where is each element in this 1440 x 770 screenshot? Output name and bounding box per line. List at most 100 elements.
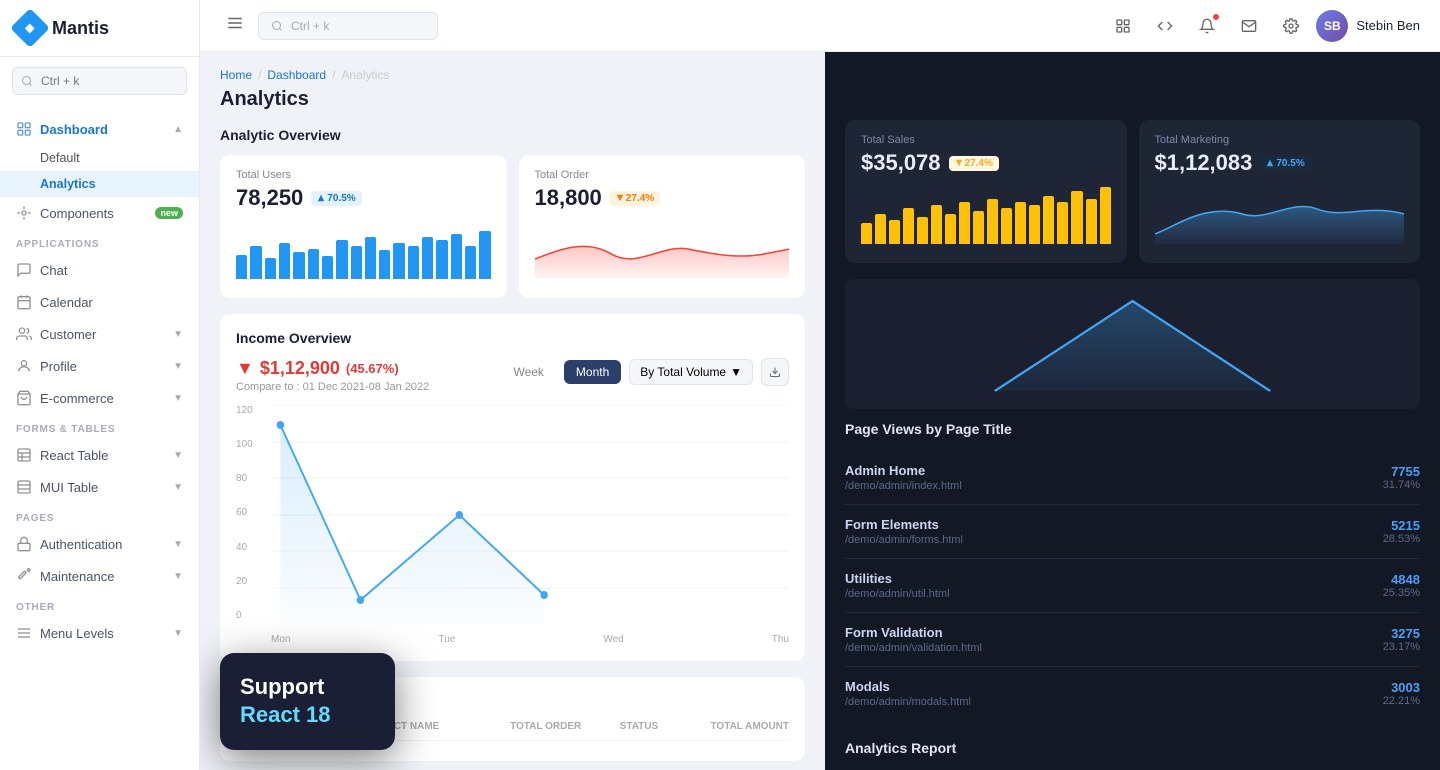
dark-income-chart-svg	[857, 291, 1408, 401]
topbar-left: Ctrl + k	[220, 8, 1094, 43]
stat-badge-sales: 27.4%	[949, 156, 999, 171]
code-icon	[1157, 18, 1173, 34]
income-line-chart: 120 100 80 60 40 20 0	[236, 405, 789, 645]
week-button[interactable]: Week	[501, 360, 555, 384]
arrow-up-marketing-icon	[1266, 159, 1274, 167]
breadcrumb-dashboard[interactable]: Dashboard	[267, 68, 326, 82]
col-header-order: TOTAL ORDER	[508, 721, 584, 732]
stat-badge-users: 70.5%	[311, 191, 361, 206]
arrow-up-icon	[317, 194, 325, 202]
pv-item-2: Utilities /demo/admin/util.html 4848 25.…	[845, 559, 1420, 613]
pv-item-1: Form Elements /demo/admin/forms.html 521…	[845, 505, 1420, 559]
sidebar-item-menu-levels[interactable]: Menu Levels ▼	[0, 617, 199, 649]
sidebar-search-area	[0, 57, 199, 105]
page-views-title: Page Views by Page Title	[845, 421, 1420, 437]
sidebar-item-react-table[interactable]: React Table ▼	[0, 439, 199, 471]
col-header-amount: TOTAL AMOUNT	[694, 721, 789, 732]
pv-title-4: Modals	[845, 679, 971, 694]
pv-title-0: Admin Home	[845, 463, 962, 478]
sidebar-item-customer[interactable]: Customer ▼	[0, 318, 199, 350]
apps-icon	[1115, 18, 1131, 34]
stat-badge-order: 27.4%	[610, 191, 660, 206]
sidebar-item-maintenance[interactable]: Maintenance ▼	[0, 560, 199, 592]
code-button[interactable]	[1148, 9, 1182, 43]
other-label: Other	[0, 592, 199, 617]
sidebar-item-components[interactable]: Components new	[0, 197, 199, 229]
mui-table-icon	[16, 479, 32, 495]
page-views-section: Page Views by Page Title Admin Home /dem…	[845, 421, 1420, 720]
chat-icon	[16, 262, 32, 278]
sidebar-item-chat[interactable]: Chat	[0, 254, 199, 286]
col-header-status: STATUS	[592, 721, 687, 732]
pv-url-3: /demo/admin/validation.html	[845, 642, 982, 654]
stats-cards-light: Total Users 78,250 70.5%	[220, 155, 805, 298]
sidebar-item-calendar[interactable]: Calendar	[0, 286, 199, 318]
pv-item-3: Form Validation /demo/admin/validation.h…	[845, 613, 1420, 667]
stat-card-total-marketing: Total Marketing $1,12,083 70.5%	[1139, 120, 1421, 263]
hamburger-icon	[226, 14, 244, 32]
stat-label-sales: Total Sales	[861, 134, 1111, 146]
pv-title-1: Form Elements	[845, 517, 963, 532]
dashboard-label: Dashboard	[40, 122, 108, 137]
pv-title-2: Utilities	[845, 571, 950, 586]
pv-url-0: /demo/admin/index.html	[845, 480, 962, 492]
menu-toggle-button[interactable]	[220, 8, 250, 43]
sales-bar-chart	[861, 184, 1111, 244]
income-overview-section: Income Overview ▼ $1,12,900 (45.67%) Com…	[220, 314, 805, 661]
download-icon	[769, 366, 781, 378]
breadcrumb-home[interactable]: Home	[220, 68, 252, 82]
month-button[interactable]: Month	[564, 360, 621, 384]
analytics-report-section: Analytics Report	[845, 740, 1420, 756]
pv-count-1: 5215	[1383, 518, 1420, 533]
stat-card-total-order: Total Order 18,800 27.4%	[519, 155, 806, 298]
content-area: Home / Dashboard / Analytics Analytics A…	[200, 52, 1440, 770]
pv-count-0: 7755	[1383, 464, 1420, 479]
sidebar-item-analytics[interactable]: Analytics	[0, 171, 199, 197]
auth-icon	[16, 536, 32, 552]
pv-item-0: Admin Home /demo/admin/index.html 7755 3…	[845, 451, 1420, 505]
income-controls: Week Month By Total Volume ▼	[501, 358, 789, 386]
forms-tables-label: Forms & Tables	[0, 414, 199, 439]
main-area: Ctrl + k SB Stebin Ben	[200, 0, 1440, 770]
search-input[interactable]	[12, 67, 187, 95]
stat-label-users: Total Users	[236, 169, 491, 181]
sidebar-item-profile[interactable]: Profile ▼	[0, 350, 199, 382]
stat-label-order: Total Order	[535, 169, 790, 181]
topbar-search[interactable]: Ctrl + k	[258, 12, 438, 40]
support-react18-popup[interactable]: Support React 18	[220, 653, 395, 750]
messages-button[interactable]	[1232, 9, 1266, 43]
stat-card-total-sales: Total Sales $35,078 27.4%	[845, 120, 1127, 263]
support-text: Support React 18	[240, 673, 375, 730]
apps-button[interactable]	[1106, 9, 1140, 43]
dashboard-icon	[16, 121, 32, 137]
sidebar-item-authentication[interactable]: Authentication ▼	[0, 528, 199, 560]
users-bar-chart	[236, 219, 491, 279]
download-button[interactable]	[761, 358, 789, 386]
stat-value-marketing: $1,12,083	[1155, 150, 1253, 176]
pv-url-4: /demo/admin/modals.html	[845, 696, 971, 708]
notifications-button[interactable]	[1190, 9, 1224, 43]
settings-button[interactable]	[1274, 9, 1308, 43]
gear-icon	[1283, 18, 1299, 34]
sidebar-item-ecommerce[interactable]: E-commerce ▼	[0, 382, 199, 414]
sidebar-item-dashboard[interactable]: Dashboard ▲	[0, 113, 199, 145]
stats-cards-dark: Total Sales $35,078 27.4%	[845, 120, 1420, 263]
stat-value-order: 18,800	[535, 185, 602, 211]
pv-url-2: /demo/admin/util.html	[845, 588, 950, 600]
income-title: Income Overview	[236, 330, 789, 346]
breadcrumb-current: Analytics	[341, 68, 389, 82]
pv-count-2: 4848	[1383, 572, 1420, 587]
search-placeholder: Ctrl + k	[291, 19, 329, 33]
auth-chevron: ▼	[173, 539, 183, 550]
react-table-chevron: ▼	[173, 450, 183, 461]
pv-count-4: 3003	[1383, 680, 1420, 695]
volume-select[interactable]: By Total Volume ▼	[629, 359, 753, 385]
x-axis: Mon Tue Wed Thu	[271, 634, 789, 645]
income-header: ▼ $1,12,900 (45.67%) Compare to : 01 Dec…	[236, 358, 789, 393]
sidebar-item-default[interactable]: Default	[0, 145, 199, 171]
customer-icon	[16, 326, 32, 342]
income-value: ▼ $1,12,900 (45.67%)	[236, 358, 429, 379]
pv-title-3: Form Validation	[845, 625, 982, 640]
sidebar-item-mui-table[interactable]: MUI Table ▼	[0, 471, 199, 503]
notification-badge	[1212, 13, 1220, 21]
